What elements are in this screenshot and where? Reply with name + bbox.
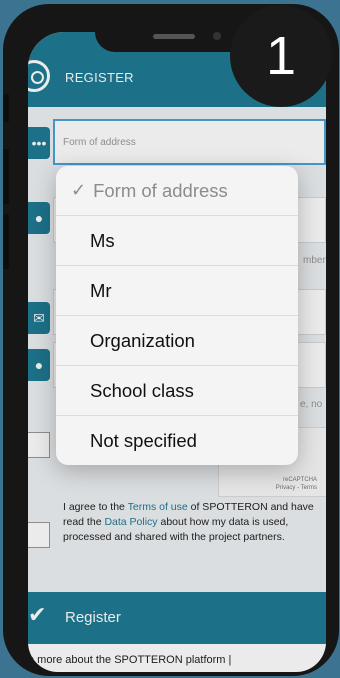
option-school-class[interactable]: School class (56, 366, 298, 416)
option-mr[interactable]: Mr (56, 266, 298, 316)
step-number-badge: 1 (230, 5, 332, 107)
camera (213, 32, 221, 40)
option-not-specified[interactable]: Not specified (56, 416, 298, 465)
option-ms[interactable]: Ms (56, 216, 298, 266)
volume-up-button (3, 149, 9, 204)
mute-switch (3, 94, 9, 122)
checkmark-icon: ✓ (71, 180, 87, 200)
form-of-address-dropdown: ✓ Form of address Ms Mr Organization Sch… (56, 166, 298, 465)
speaker (153, 34, 195, 39)
option-form-of-address[interactable]: ✓ Form of address (56, 166, 298, 216)
option-organization[interactable]: Organization (56, 316, 298, 366)
option-label: Form of address (93, 179, 228, 201)
volume-down-button (3, 214, 9, 269)
app-screen: REGISTER ••• Form of address ● mber ✉ ● … (28, 32, 326, 672)
